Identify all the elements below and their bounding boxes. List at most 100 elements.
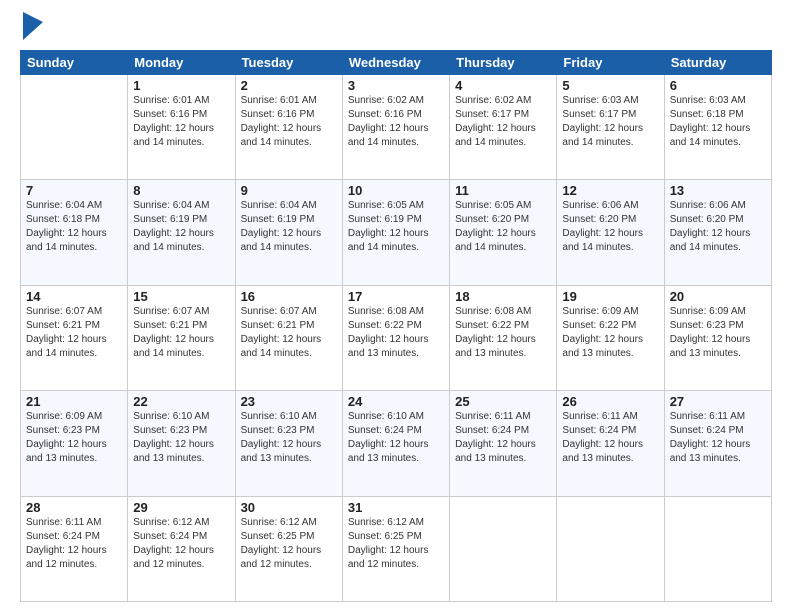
- day-number: 24: [348, 394, 444, 409]
- day-info: Sunrise: 6:04 AM Sunset: 6:19 PM Dayligh…: [241, 199, 337, 255]
- col-tuesday: Tuesday: [235, 51, 342, 75]
- day-info: Sunrise: 6:12 AM Sunset: 6:24 PM Dayligh…: [133, 516, 229, 572]
- day-number: 31: [348, 500, 444, 515]
- day-number: 1: [133, 78, 229, 93]
- day-number: 18: [455, 289, 551, 304]
- header-row: Sunday Monday Tuesday Wednesday Thursday…: [21, 51, 772, 75]
- logo: [20, 16, 43, 40]
- day-number: 15: [133, 289, 229, 304]
- calendar-cell: [664, 496, 771, 601]
- day-info: Sunrise: 6:10 AM Sunset: 6:23 PM Dayligh…: [241, 410, 337, 466]
- week-row-1: 1Sunrise: 6:01 AM Sunset: 6:16 PM Daylig…: [21, 75, 772, 180]
- week-row-2: 7Sunrise: 6:04 AM Sunset: 6:18 PM Daylig…: [21, 180, 772, 285]
- day-info: Sunrise: 6:07 AM Sunset: 6:21 PM Dayligh…: [241, 305, 337, 361]
- calendar-body: 1Sunrise: 6:01 AM Sunset: 6:16 PM Daylig…: [21, 75, 772, 602]
- day-number: 12: [562, 183, 658, 198]
- day-info: Sunrise: 6:09 AM Sunset: 6:23 PM Dayligh…: [670, 305, 766, 361]
- day-info: Sunrise: 6:11 AM Sunset: 6:24 PM Dayligh…: [562, 410, 658, 466]
- day-number: 2: [241, 78, 337, 93]
- day-number: 14: [26, 289, 122, 304]
- calendar-cell: 24Sunrise: 6:10 AM Sunset: 6:24 PM Dayli…: [342, 391, 449, 496]
- day-info: Sunrise: 6:06 AM Sunset: 6:20 PM Dayligh…: [670, 199, 766, 255]
- day-number: 3: [348, 78, 444, 93]
- week-row-4: 21Sunrise: 6:09 AM Sunset: 6:23 PM Dayli…: [21, 391, 772, 496]
- calendar-cell: 23Sunrise: 6:10 AM Sunset: 6:23 PM Dayli…: [235, 391, 342, 496]
- col-thursday: Thursday: [450, 51, 557, 75]
- col-saturday: Saturday: [664, 51, 771, 75]
- day-info: Sunrise: 6:08 AM Sunset: 6:22 PM Dayligh…: [348, 305, 444, 361]
- calendar-cell: 30Sunrise: 6:12 AM Sunset: 6:25 PM Dayli…: [235, 496, 342, 601]
- day-info: Sunrise: 6:05 AM Sunset: 6:20 PM Dayligh…: [455, 199, 551, 255]
- calendar-cell: 15Sunrise: 6:07 AM Sunset: 6:21 PM Dayli…: [128, 285, 235, 390]
- logo-icon: [23, 12, 43, 40]
- calendar-cell: 31Sunrise: 6:12 AM Sunset: 6:25 PM Dayli…: [342, 496, 449, 601]
- day-number: 7: [26, 183, 122, 198]
- calendar-cell: 25Sunrise: 6:11 AM Sunset: 6:24 PM Dayli…: [450, 391, 557, 496]
- calendar-cell: 18Sunrise: 6:08 AM Sunset: 6:22 PM Dayli…: [450, 285, 557, 390]
- calendar-cell: 1Sunrise: 6:01 AM Sunset: 6:16 PM Daylig…: [128, 75, 235, 180]
- day-number: 20: [670, 289, 766, 304]
- day-number: 4: [455, 78, 551, 93]
- day-number: 21: [26, 394, 122, 409]
- day-number: 9: [241, 183, 337, 198]
- calendar-header: Sunday Monday Tuesday Wednesday Thursday…: [21, 51, 772, 75]
- col-monday: Monday: [128, 51, 235, 75]
- week-row-5: 28Sunrise: 6:11 AM Sunset: 6:24 PM Dayli…: [21, 496, 772, 601]
- calendar-cell: 16Sunrise: 6:07 AM Sunset: 6:21 PM Dayli…: [235, 285, 342, 390]
- calendar-cell: 29Sunrise: 6:12 AM Sunset: 6:24 PM Dayli…: [128, 496, 235, 601]
- col-wednesday: Wednesday: [342, 51, 449, 75]
- calendar-cell: 7Sunrise: 6:04 AM Sunset: 6:18 PM Daylig…: [21, 180, 128, 285]
- day-number: 16: [241, 289, 337, 304]
- day-number: 17: [348, 289, 444, 304]
- page: Sunday Monday Tuesday Wednesday Thursday…: [0, 0, 792, 612]
- calendar-table: Sunday Monday Tuesday Wednesday Thursday…: [20, 50, 772, 602]
- day-number: 10: [348, 183, 444, 198]
- day-info: Sunrise: 6:06 AM Sunset: 6:20 PM Dayligh…: [562, 199, 658, 255]
- calendar-cell: 11Sunrise: 6:05 AM Sunset: 6:20 PM Dayli…: [450, 180, 557, 285]
- day-number: 30: [241, 500, 337, 515]
- header: [20, 16, 772, 40]
- calendar-cell: 27Sunrise: 6:11 AM Sunset: 6:24 PM Dayli…: [664, 391, 771, 496]
- day-info: Sunrise: 6:10 AM Sunset: 6:23 PM Dayligh…: [133, 410, 229, 466]
- day-number: 11: [455, 183, 551, 198]
- day-number: 6: [670, 78, 766, 93]
- calendar-cell: 22Sunrise: 6:10 AM Sunset: 6:23 PM Dayli…: [128, 391, 235, 496]
- calendar-cell: 13Sunrise: 6:06 AM Sunset: 6:20 PM Dayli…: [664, 180, 771, 285]
- day-info: Sunrise: 6:11 AM Sunset: 6:24 PM Dayligh…: [26, 516, 122, 572]
- col-sunday: Sunday: [21, 51, 128, 75]
- calendar-cell: 3Sunrise: 6:02 AM Sunset: 6:16 PM Daylig…: [342, 75, 449, 180]
- calendar-cell: 5Sunrise: 6:03 AM Sunset: 6:17 PM Daylig…: [557, 75, 664, 180]
- week-row-3: 14 Sunrise: 6:07 AM Sunset: 6:21 PM Dayli…: [21, 285, 772, 390]
- calendar-cell: 12Sunrise: 6:06 AM Sunset: 6:20 PM Dayli…: [557, 180, 664, 285]
- day-info: Sunrise: 6:08 AM Sunset: 6:22 PM Dayligh…: [455, 305, 551, 361]
- calendar-cell: 6Sunrise: 6:03 AM Sunset: 6:18 PM Daylig…: [664, 75, 771, 180]
- calendar-cell: 9Sunrise: 6:04 AM Sunset: 6:19 PM Daylig…: [235, 180, 342, 285]
- day-info: Sunrise: 6:05 AM Sunset: 6:19 PM Dayligh…: [348, 199, 444, 255]
- day-info: Sunrise: 6:02 AM Sunset: 6:16 PM Dayligh…: [348, 94, 444, 150]
- calendar-cell: 19Sunrise: 6:09 AM Sunset: 6:22 PM Dayli…: [557, 285, 664, 390]
- day-info: Sunrise: 6:10 AM Sunset: 6:24 PM Dayligh…: [348, 410, 444, 466]
- calendar-cell: 20Sunrise: 6:09 AM Sunset: 6:23 PM Dayli…: [664, 285, 771, 390]
- day-info: Sunrise: 6:09 AM Sunset: 6:22 PM Dayligh…: [562, 305, 658, 361]
- day-number: 13: [670, 183, 766, 198]
- day-number: 26: [562, 394, 658, 409]
- calendar-cell: 10Sunrise: 6:05 AM Sunset: 6:19 PM Dayli…: [342, 180, 449, 285]
- day-info: Sunrise: 6:12 AM Sunset: 6:25 PM Dayligh…: [241, 516, 337, 572]
- day-info: Sunrise: 6:12 AM Sunset: 6:25 PM Dayligh…: [348, 516, 444, 572]
- calendar-cell: [557, 496, 664, 601]
- day-info: Sunrise: 6:11 AM Sunset: 6:24 PM Dayligh…: [455, 410, 551, 466]
- calendar-cell: 28Sunrise: 6:11 AM Sunset: 6:24 PM Dayli…: [21, 496, 128, 601]
- day-info: Sunrise: 6:04 AM Sunset: 6:18 PM Dayligh…: [26, 199, 122, 255]
- day-number: 23: [241, 394, 337, 409]
- day-info: Sunrise: 6:03 AM Sunset: 6:17 PM Dayligh…: [562, 94, 658, 150]
- day-number: 25: [455, 394, 551, 409]
- calendar-cell: 8Sunrise: 6:04 AM Sunset: 6:19 PM Daylig…: [128, 180, 235, 285]
- calendar-cell: [450, 496, 557, 601]
- col-friday: Friday: [557, 51, 664, 75]
- day-info: Sunrise: 6:04 AM Sunset: 6:19 PM Dayligh…: [133, 199, 229, 255]
- day-info: Sunrise: 6:07 AM Sunset: 6:21 PM Dayligh…: [133, 305, 229, 361]
- day-number: 27: [670, 394, 766, 409]
- calendar-cell: 17Sunrise: 6:08 AM Sunset: 6:22 PM Dayli…: [342, 285, 449, 390]
- day-number: 29: [133, 500, 229, 515]
- calendar-cell: 2Sunrise: 6:01 AM Sunset: 6:16 PM Daylig…: [235, 75, 342, 180]
